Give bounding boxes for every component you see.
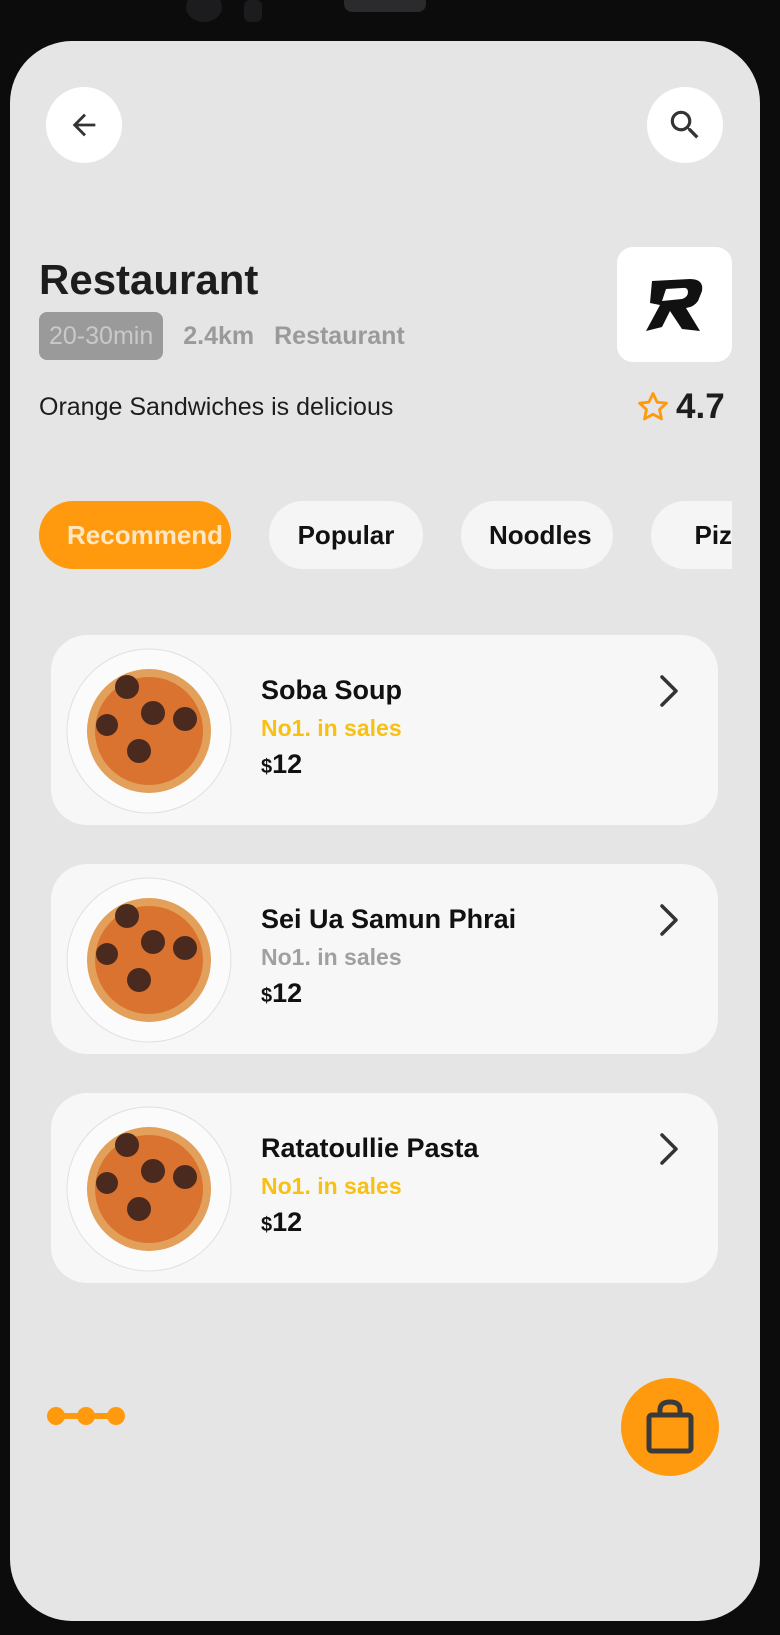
- menu-item-card[interactable]: Ratatoullie Pasta No1. in sales $12: [51, 1093, 718, 1283]
- restaurant-meta: 20-30min 2.4km Restaurant: [39, 312, 405, 360]
- tab-recommend[interactable]: Recommend: [39, 501, 231, 569]
- restaurant-logo: [617, 247, 732, 362]
- rating-value: 4.7: [676, 387, 725, 426]
- cart-button[interactable]: [621, 1378, 719, 1476]
- back-button[interactable]: [46, 87, 122, 163]
- earpiece-speaker: [344, 0, 426, 12]
- dish-sales-tag: No1. in sales: [261, 944, 402, 970]
- dish-sales-tag: No1. in sales: [261, 1173, 402, 1199]
- dish-price: $12: [261, 978, 302, 1009]
- restaurant-title: Restaurant: [39, 256, 259, 303]
- search-button[interactable]: [647, 87, 723, 163]
- chevron-right-icon[interactable]: [654, 671, 684, 711]
- dish-sales-tag: No1. in sales: [261, 715, 402, 741]
- menu-item-card[interactable]: Sei Ua Samun Phrai No1. in sales $12: [51, 864, 718, 1054]
- dish-image: [66, 648, 232, 814]
- star-icon: [638, 392, 668, 421]
- distance-label: 2.4km: [183, 321, 255, 350]
- proximity-sensor: [244, 0, 262, 22]
- category-label: Restaurant: [274, 321, 405, 350]
- dish-image: [66, 877, 232, 1043]
- dish-name: Soba Soup: [261, 675, 402, 705]
- price-amount: 12: [272, 1207, 303, 1237]
- rating: 4.7: [636, 387, 725, 427]
- price-currency: $: [261, 1214, 273, 1236]
- chevron-right-icon[interactable]: [654, 1129, 684, 1169]
- menu-item-card[interactable]: Soba Soup No1. in sales $12: [51, 635, 718, 825]
- tab-noodles[interactable]: Noodles: [461, 501, 613, 569]
- tab-pizza[interactable]: Pizza: [651, 501, 732, 569]
- price-currency: $: [261, 985, 273, 1007]
- category-tabs: Recommend Popular Noodles Pizza: [39, 501, 732, 569]
- dish-name: Ratatoullie Pasta: [261, 1133, 479, 1163]
- price-amount: 12: [272, 978, 303, 1008]
- restaurant-description: Orange Sandwiches is delicious: [39, 393, 394, 421]
- arrow-left-icon: [72, 113, 96, 137]
- search-icon: [670, 110, 699, 139]
- dish-name: Sei Ua Samun Phrai: [261, 904, 517, 934]
- dish-price: $12: [261, 749, 302, 780]
- app-screen: Restaurant 20-30min 2.4km Restaurant Ora…: [10, 41, 760, 1621]
- menu-list: Soba Soup No1. in sales $12 Sei Ua Samun…: [51, 635, 718, 1322]
- shopping-bag-icon: [646, 1399, 694, 1454]
- page-indicator-icon: [47, 1407, 125, 1425]
- dish-image: [66, 1106, 232, 1272]
- dish-price: $12: [261, 1207, 302, 1238]
- front-camera: [186, 0, 222, 22]
- phone-frame: Restaurant 20-30min 2.4km Restaurant Ora…: [0, 0, 780, 1635]
- chevron-right-icon[interactable]: [654, 900, 684, 940]
- logo-r-icon: [645, 278, 702, 331]
- price-amount: 12: [272, 749, 303, 779]
- delivery-time-badge: 20-30min: [39, 312, 164, 360]
- tab-popular[interactable]: Popular: [269, 501, 423, 569]
- price-currency: $: [261, 756, 273, 778]
